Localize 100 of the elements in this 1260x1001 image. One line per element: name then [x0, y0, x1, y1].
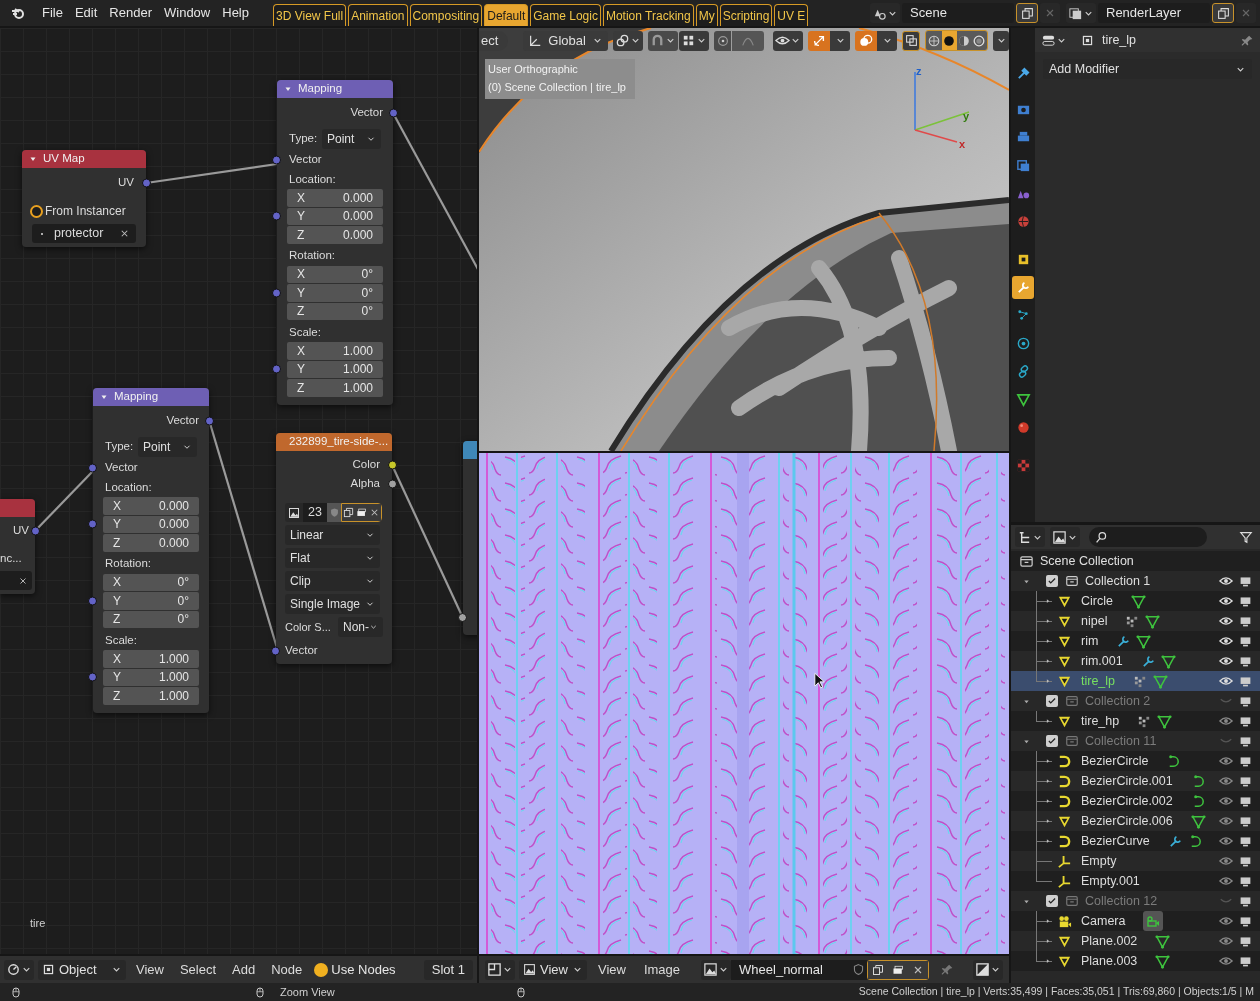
socket-label: UV — [13, 523, 29, 539]
dropdown[interactable]: Clip — [285, 571, 380, 591]
shader-type-dropdown[interactable]: Object — [38, 959, 126, 980]
menu-item[interactable]: Window — [158, 2, 217, 24]
menu-item[interactable]: View — [130, 959, 170, 980]
menu-item[interactable]: Node — [265, 959, 309, 980]
outliner-label: Collection 2 — [1085, 692, 1151, 710]
number-field[interactable]: X 1.000 — [103, 650, 199, 668]
dropdown[interactable]: Linear — [285, 525, 380, 545]
workspace-tab[interactable]: Compositing — [409, 4, 483, 26]
outliner-row[interactable]: BezierCurve — [1011, 831, 1260, 851]
node-title: UV Map — [43, 151, 85, 167]
checkbox-label: nc... — [0, 551, 23, 567]
field-label: Scale: — [288, 324, 322, 340]
dropdown-value: Object — [59, 960, 98, 979]
field-value: 1.000 — [158, 687, 189, 705]
scene-statistics: Scene Collection | tire_lp | Verts:35,499 | Faces:35,051 | Tris:69,860 | Objects:1/5 | M — [858, 984, 1254, 1000]
users-field[interactable]: 23 — [303, 503, 327, 522]
outliner-row[interactable]: BezierCircle.002 — [1011, 791, 1260, 811]
field-value: 0° — [361, 303, 373, 321]
number-field[interactable]: Z 0.000 — [287, 226, 383, 244]
menu-item[interactable]: Add — [226, 959, 262, 980]
field-label: Location: — [288, 171, 337, 187]
node-header[interactable]: 232899_tire-side-... — [276, 433, 392, 451]
menu-item[interactable]: View — [590, 959, 633, 980]
dropdown[interactable]: Non- — [338, 617, 383, 637]
axis-label: Z — [297, 303, 305, 321]
menu-item[interactable]: File — [36, 2, 69, 24]
outliner-label: Plane.003 — [1081, 952, 1138, 970]
number-field[interactable]: Z 0.000 — [103, 534, 199, 552]
outliner-label: rim — [1081, 632, 1099, 650]
dropdown[interactable]: Flat — [285, 548, 380, 568]
axis-label: X — [297, 266, 305, 284]
axis-label: X — [113, 574, 121, 592]
number-field[interactable]: X 1.000 — [287, 342, 383, 360]
image-name-field[interactable]: Wheel_normal — [731, 959, 850, 980]
dropdown[interactable]: Point — [322, 129, 381, 149]
workspace-tab[interactable]: Scripting — [719, 4, 773, 26]
number-field[interactable]: Y 1.000 — [287, 360, 383, 378]
axis-label: Z — [297, 226, 305, 244]
number-field[interactable]: Y 0° — [103, 592, 199, 610]
field-value: 1.000 — [158, 669, 189, 687]
name-field[interactable]: RenderLayer — [1098, 3, 1210, 23]
menu-item[interactable]: Render — [103, 2, 158, 24]
uv-map-field[interactable]: protector — [32, 224, 136, 243]
number-field[interactable]: Y 0.000 — [103, 515, 199, 533]
outliner-row[interactable]: BezierCircle — [1011, 751, 1260, 771]
dropdown[interactable]: Point — [138, 437, 197, 457]
orientation-dropdown[interactable]: Global — [523, 30, 608, 51]
menu-item[interactable]: Help — [216, 2, 255, 24]
workspace-tab[interactable]: Default — [484, 4, 529, 26]
workspace-tab[interactable]: Animation — [348, 4, 408, 26]
field-value: protector — [54, 225, 105, 243]
node-title: Mapping — [298, 81, 343, 97]
outliner-row[interactable]: tire_lp — [1011, 671, 1260, 691]
workspace-tab[interactable]: My — [695, 4, 718, 26]
outliner-row[interactable]: Scene Collection — [1011, 551, 1260, 571]
node-header[interactable]: Mapping — [93, 388, 209, 406]
number-field[interactable]: X 0.000 — [103, 497, 199, 515]
workspace-tab[interactable]: UV E — [774, 4, 809, 26]
number-field[interactable]: Y 1.000 — [103, 668, 199, 686]
workspace-tab[interactable]: 3D View Full — [273, 4, 347, 26]
view-mode-dropdown[interactable]: View — [519, 959, 587, 980]
number-field[interactable]: Z 0° — [287, 302, 383, 320]
outliner-label: Collection 1 — [1085, 572, 1151, 590]
number-field[interactable]: Y 0.000 — [287, 207, 383, 225]
menu-item[interactable]: Image — [636, 959, 688, 980]
outliner-row[interactable]: Camera — [1011, 911, 1260, 931]
axis-label: Y — [113, 592, 121, 610]
axis-label: X — [113, 497, 121, 515]
outliner-row[interactable]: Empty.001 — [1011, 871, 1260, 891]
outliner-row[interactable]: tire_hp — [1011, 711, 1260, 731]
outliner-row[interactable]: Plane.003 — [1011, 951, 1260, 971]
menu-item[interactable]: Edit — [68, 2, 104, 24]
node-title: 232899_tire-side-... — [289, 434, 389, 450]
number-field[interactable]: Y 0° — [287, 284, 383, 302]
menu-item[interactable]: Select — [173, 959, 223, 980]
slot-dropdown[interactable]: Slot 1 — [423, 959, 473, 980]
workspace-tab[interactable]: Game Logic — [530, 4, 601, 26]
socket-label: Vector — [105, 460, 138, 476]
node-header[interactable]: UV Map — [22, 150, 146, 168]
number-field[interactable]: Z 0° — [103, 610, 199, 628]
node-header[interactable]: Mapping — [277, 80, 393, 98]
number-field[interactable]: X 0° — [287, 265, 383, 283]
add-modifier-dropdown[interactable]: Add Modifier — [1043, 59, 1252, 79]
field-label: Type: — [289, 131, 318, 147]
field-label: Rotation: — [288, 248, 337, 264]
socket-label: UV — [118, 175, 134, 191]
name-field[interactable]: Scene — [902, 3, 1014, 23]
workspace-tab[interactable]: Motion Tracking — [602, 4, 694, 26]
outliner-row[interactable]: rim — [1011, 631, 1260, 651]
dropdown[interactable]: Single Image — [285, 594, 380, 614]
number-field[interactable]: Z 1.000 — [103, 687, 199, 705]
object-name: tire_lp — [1102, 31, 1137, 49]
axis-label: X — [297, 189, 305, 207]
outliner-row[interactable]: Circle — [1011, 591, 1260, 611]
axis-label: Z — [113, 687, 121, 705]
number-field[interactable]: X 0.000 — [287, 189, 383, 207]
number-field[interactable]: Z 1.000 — [287, 379, 383, 397]
number-field[interactable]: X 0° — [103, 573, 199, 591]
